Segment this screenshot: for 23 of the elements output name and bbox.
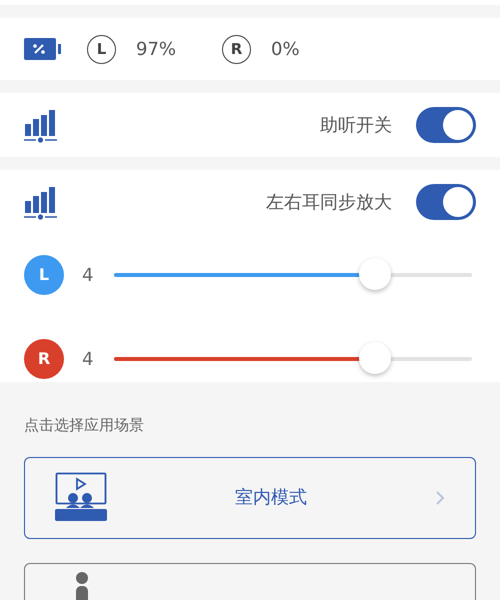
section-heading: 点击选择应用场景 [23,415,145,436]
battery-icon [24,38,61,60]
slider-thumb[interactable] [359,258,392,290]
slider-thumb[interactable] [359,342,392,374]
battery-reading: 97% [136,38,176,62]
chevron-right-icon [435,490,445,506]
ear-side-icon: R [222,34,252,64]
theater-icon [55,472,107,524]
toggle-switch[interactable] [416,107,476,143]
volume-reading: 4 [81,264,94,288]
switch-label: 左右耳同步放大 [266,190,392,214]
signal-bars-icon [24,184,60,220]
scene-card[interactable]: 室内模式 [24,456,476,538]
person-icon [75,572,89,600]
volume-reading: 4 [81,348,94,372]
switch-label: 助听开关 [320,114,392,138]
signal-bars-icon [24,107,60,143]
toggle-switch[interactable] [416,184,476,220]
ear-side-badge: L [24,255,64,295]
battery-reading: 0% [271,38,300,62]
ear-side-badge: R [24,339,64,379]
scene-label: 室内模式 [234,486,308,510]
ear-side-icon: L [87,34,116,64]
